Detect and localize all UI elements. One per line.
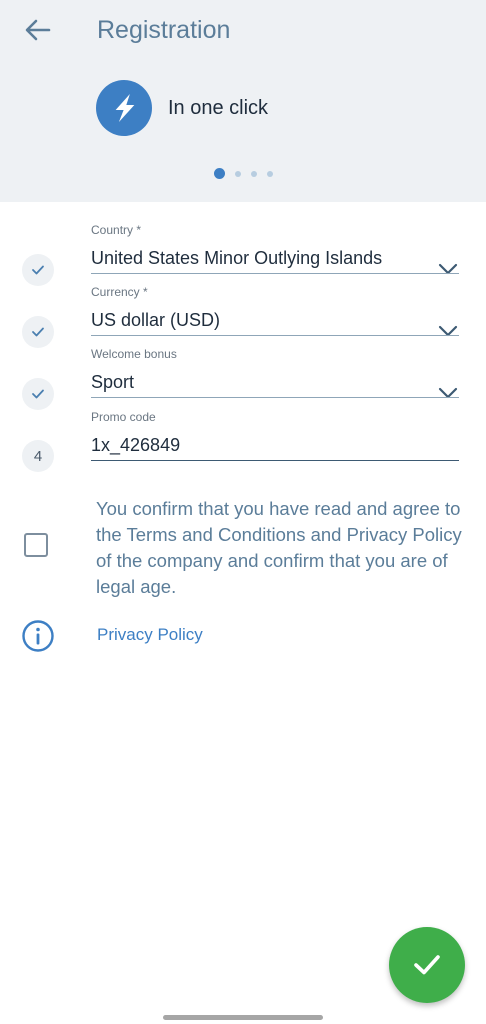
registration-header: Registration In one click: [0, 0, 486, 202]
field-underline: [91, 335, 459, 336]
field-underline: [91, 460, 459, 461]
step-complete-badge: [22, 254, 54, 286]
home-indicator[interactable]: [163, 1015, 323, 1020]
step-dot-active: [213, 168, 225, 179]
field-underline: [91, 397, 459, 398]
step-dot: [234, 170, 241, 177]
check-icon: [32, 327, 44, 337]
promo-code-input[interactable]: 1x_426849: [91, 435, 180, 456]
info-icon: [22, 620, 54, 652]
country-select[interactable]: United States Minor Outlying Islands: [91, 248, 382, 269]
step-complete-badge: [22, 316, 54, 348]
check-icon: [32, 389, 44, 399]
agreement-checkbox[interactable]: [24, 533, 48, 557]
lightning-icon: [96, 80, 152, 136]
privacy-policy-link[interactable]: Privacy Policy: [97, 625, 203, 645]
confirm-button[interactable]: [389, 927, 465, 1003]
check-icon: [32, 265, 44, 275]
welcome-bonus-select[interactable]: Sport: [91, 372, 134, 393]
country-label: Country *: [91, 223, 142, 237]
step-indicator: [0, 168, 486, 179]
welcome-bonus-label: Welcome bonus: [91, 347, 177, 361]
registration-type-label: In one click: [168, 96, 269, 119]
check-icon: [414, 955, 440, 975]
currency-select[interactable]: US dollar (USD): [91, 310, 220, 331]
back-button[interactable]: [22, 14, 54, 46]
agreement-text: You confirm that you have read and agree…: [96, 498, 462, 597]
currency-label: Currency *: [91, 285, 148, 299]
registration-type[interactable]: In one click: [96, 80, 268, 136]
step-dot: [250, 170, 257, 177]
step-complete-badge: [22, 378, 54, 410]
promo-code-label: Promo code: [91, 410, 156, 424]
page-title: Registration: [97, 16, 231, 44]
arrow-left-icon: [25, 19, 51, 41]
field-underline: [91, 273, 459, 274]
step-dot: [266, 170, 273, 177]
step-number-badge: 4: [22, 440, 54, 472]
